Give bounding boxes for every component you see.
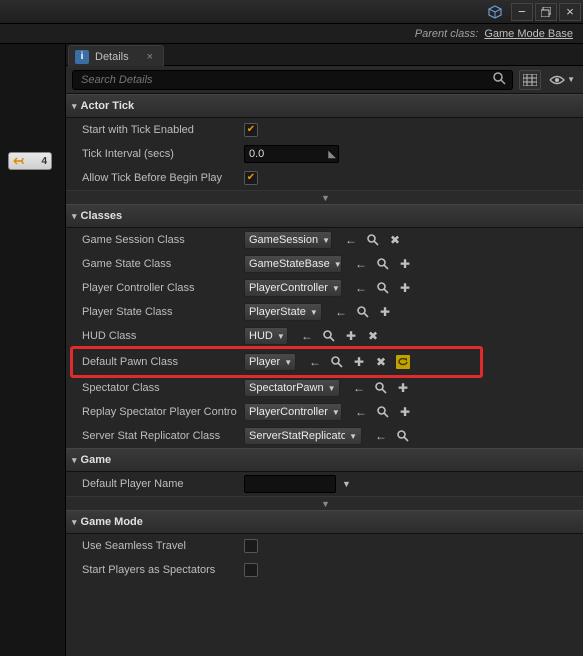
- row-hud-class: HUD Class HUD▼ ← ✚ ✖: [66, 324, 583, 348]
- dropdown-replay-spectator[interactable]: PlayerController▼: [244, 403, 342, 421]
- add-new-icon[interactable]: ✚: [398, 257, 412, 271]
- input-tick-interval[interactable]: 0.0 ◣: [244, 145, 339, 163]
- search-icon: [493, 72, 506, 88]
- search-box[interactable]: [72, 70, 513, 90]
- dropdown-hud[interactable]: HUD▼: [244, 327, 288, 345]
- search-row: ▼: [66, 66, 583, 94]
- dropdown-spectator[interactable]: SpectatorPawn▼: [244, 379, 340, 397]
- dropdown-default-pawn[interactable]: Player▼: [244, 353, 296, 371]
- clear-icon[interactable]: ✖: [366, 329, 380, 343]
- section-game-mode[interactable]: ▾ Game Mode: [66, 510, 583, 534]
- view-options-button[interactable]: ▼: [547, 75, 577, 85]
- row-spectator-class: Spectator Class SpectatorPawn▼ ← ✚: [66, 376, 583, 400]
- use-selected-icon[interactable]: ←: [300, 329, 314, 343]
- browse-icon[interactable]: [376, 281, 390, 295]
- disclosure-icon: ▾: [72, 455, 77, 466]
- checkbox-allow-tick-before[interactable]: [244, 171, 258, 185]
- reset-to-default-icon[interactable]: [396, 355, 410, 369]
- info-icon: i: [75, 50, 89, 64]
- row-use-seamless-travel: Use Seamless Travel: [66, 534, 583, 558]
- use-selected-icon[interactable]: ←: [334, 305, 348, 319]
- input-default-player-name[interactable]: [244, 475, 336, 493]
- tab-label: Details: [95, 51, 129, 63]
- row-player-controller-class: Player Controller Class PlayerController…: [66, 276, 583, 300]
- browse-icon[interactable]: [376, 257, 390, 271]
- add-new-icon[interactable]: ✚: [396, 381, 410, 395]
- tab-close-icon[interactable]: ×: [147, 51, 153, 63]
- ue-logo-icon: [487, 4, 503, 20]
- window-titlebar: − ×: [0, 0, 583, 24]
- clear-icon[interactable]: ✖: [374, 355, 388, 369]
- section-classes[interactable]: ▾ Classes: [66, 204, 583, 228]
- dropdown-game-state[interactable]: GameStateBase▼: [244, 255, 342, 273]
- maximize-button[interactable]: [535, 3, 557, 21]
- parent-class-row: Parent class: Game Mode Base: [0, 24, 583, 44]
- checkbox-start-with-tick[interactable]: [244, 123, 258, 137]
- use-selected-icon[interactable]: ←: [354, 257, 368, 271]
- row-server-stat-class: Server Stat Replicator Class ServerStatR…: [66, 424, 583, 448]
- browse-icon[interactable]: [330, 355, 344, 369]
- row-start-with-tick: Start with Tick Enabled: [66, 118, 583, 142]
- section-actor-tick[interactable]: ▾ Actor Tick: [66, 94, 583, 118]
- search-input[interactable]: [81, 74, 493, 86]
- dropdown-player-controller[interactable]: PlayerController▼: [244, 279, 342, 297]
- browse-icon[interactable]: [322, 329, 336, 343]
- parent-class-label: Parent class:: [415, 28, 479, 40]
- localize-dropdown-icon[interactable]: ▼: [342, 479, 351, 489]
- checkbox-start-spectators[interactable]: [244, 563, 258, 577]
- tab-details[interactable]: i Details ×: [68, 45, 164, 67]
- row-allow-tick-before: Allow Tick Before Begin Play: [66, 166, 583, 190]
- advanced-toggle-game[interactable]: ▼: [66, 496, 583, 510]
- add-new-icon[interactable]: ✚: [344, 329, 358, 343]
- checkbox-seamless-travel[interactable]: [244, 539, 258, 553]
- disclosure-icon: ▾: [72, 211, 77, 222]
- row-game-state-class: Game State Class GameStateBase▼ ← ✚: [66, 252, 583, 276]
- row-replay-spectator-class: Replay Spectator Player Contro PlayerCon…: [66, 400, 583, 424]
- section-game[interactable]: ▾ Game: [66, 448, 583, 472]
- clear-icon[interactable]: ✖: [388, 233, 402, 247]
- use-selected-icon[interactable]: ←: [354, 281, 368, 295]
- sidebar-chip[interactable]: 4: [8, 152, 52, 170]
- dropdown-server-stat[interactable]: ServerStatReplicator▼: [244, 427, 362, 445]
- minimize-button[interactable]: −: [511, 3, 533, 21]
- row-tick-interval: Tick Interval (secs) 0.0 ◣: [66, 142, 583, 166]
- parent-class-link[interactable]: Game Mode Base: [484, 28, 573, 40]
- browse-icon[interactable]: [366, 233, 380, 247]
- browse-icon[interactable]: [356, 305, 370, 319]
- add-new-icon[interactable]: ✚: [398, 281, 412, 295]
- row-default-player-name: Default Player Name ▼: [66, 472, 583, 496]
- dropdown-game-session[interactable]: GameSession▼: [244, 231, 332, 249]
- row-player-state-class: Player State Class PlayerState▼ ← ✚: [66, 300, 583, 324]
- browse-icon[interactable]: [396, 429, 410, 443]
- use-selected-icon[interactable]: ←: [352, 381, 366, 395]
- add-new-icon[interactable]: ✚: [352, 355, 366, 369]
- row-game-session-class: Game Session Class GameSession▼ ← ✖: [66, 228, 583, 252]
- use-selected-icon[interactable]: ←: [344, 233, 358, 247]
- browse-icon[interactable]: [374, 381, 388, 395]
- sidebar-chip-value: 4: [41, 156, 47, 167]
- browse-icon[interactable]: [376, 405, 390, 419]
- row-default-pawn-class: Default Pawn Class Player▼ ← ✚ ✖: [66, 348, 583, 376]
- use-selected-icon[interactable]: ←: [354, 405, 368, 419]
- details-panel: i Details × ▼ ▾ Actor Tick Start with Ti…: [66, 44, 583, 656]
- use-selected-icon[interactable]: ←: [374, 429, 388, 443]
- disclosure-icon: ▾: [72, 517, 77, 528]
- dropdown-player-state[interactable]: PlayerState▼: [244, 303, 322, 321]
- tab-bar: i Details ×: [66, 44, 583, 66]
- use-selected-icon[interactable]: ←: [308, 355, 322, 369]
- close-button[interactable]: ×: [559, 3, 581, 21]
- add-new-icon[interactable]: ✚: [378, 305, 392, 319]
- property-matrix-button[interactable]: [519, 70, 541, 90]
- advanced-toggle-actor-tick[interactable]: ▼: [66, 190, 583, 204]
- spinner-icon: ◣: [328, 149, 336, 160]
- add-new-icon[interactable]: ✚: [398, 405, 412, 419]
- row-start-as-spectators: Start Players as Spectators: [66, 558, 583, 582]
- disclosure-icon: ▾: [72, 101, 77, 112]
- left-sidebar: 4: [0, 44, 66, 656]
